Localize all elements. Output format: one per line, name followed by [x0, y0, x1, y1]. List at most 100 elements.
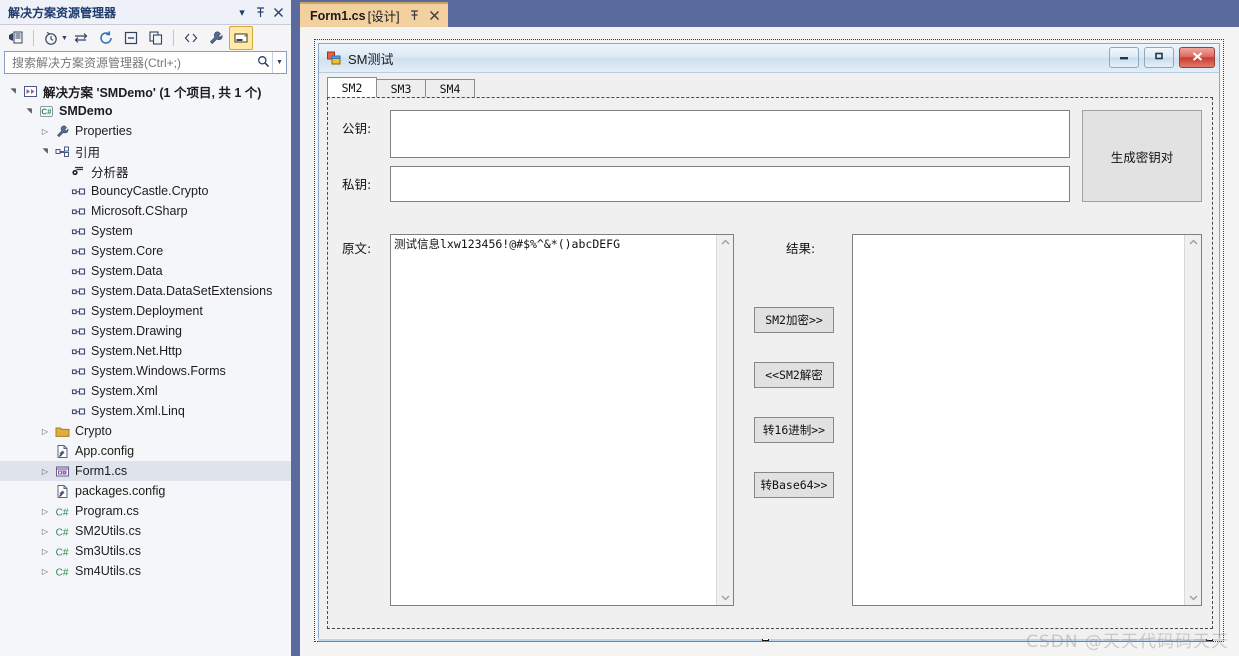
tree-item[interactable]: ▷ C# Sm3Utils.cs [0, 541, 291, 561]
tree-item[interactable]: System.Core [0, 241, 291, 261]
tree-item[interactable]: 分析器 [0, 161, 291, 181]
generate-keypair-button[interactable]: 生成密钥对 [1082, 110, 1202, 202]
sm2-encrypt-button[interactable]: SM2加密>> [754, 307, 834, 333]
reference-icon [68, 264, 88, 279]
tree-item-label: 解决方案 'SMDemo' (1 个项目, 共 1 个) [43, 85, 262, 100]
sm-test-form[interactable]: SM测试 SM2 SM3 SM4 公钥: 私钥: 生成密钥对 原文: 测试信息l… [318, 43, 1220, 639]
solution-explorer-toolbar: ▼ [0, 25, 291, 51]
refresh-icon[interactable] [94, 26, 118, 50]
tree-item[interactable]: ◢ 引用 [0, 141, 291, 161]
tree-item[interactable]: packages.config [0, 481, 291, 501]
tree-item-label: System.Deployment [91, 304, 203, 318]
sync-with-active-document-icon[interactable] [69, 26, 93, 50]
tree-item[interactable]: System.Xml.Linq [0, 401, 291, 421]
form-tab-sm2[interactable]: SM2 [327, 77, 377, 98]
tree-item-label: Sm4Utils.cs [75, 564, 141, 578]
tree-item[interactable]: App.config [0, 441, 291, 461]
tree-item[interactable]: System.Net.Http [0, 341, 291, 361]
to-base64-button[interactable]: 转Base64>> [754, 472, 834, 498]
tab-form1-cs-design[interactable]: Form1.cs [设计] [300, 2, 448, 27]
minimize-button[interactable] [1109, 47, 1139, 68]
tree-item[interactable]: System.Drawing [0, 321, 291, 341]
sm2-decrypt-button[interactable]: <<SM2解密 [754, 362, 834, 388]
reference-icon [68, 304, 88, 319]
csharp-file-icon: C# [52, 504, 72, 519]
private-key-textbox[interactable] [390, 166, 1070, 202]
tree-item[interactable]: ▷ Form1.cs [0, 461, 291, 481]
close-icon[interactable] [269, 3, 287, 21]
expander-collapsed-icon[interactable]: ▷ [38, 467, 52, 476]
form-tab-sm3[interactable]: SM3 [376, 79, 426, 98]
expander-expanded-icon[interactable]: ◢ [25, 104, 33, 118]
tree-item-label: System.Xml [91, 384, 158, 398]
close-button[interactable] [1179, 47, 1215, 68]
tree-item[interactable]: ▷ C# Sm4Utils.cs [0, 561, 291, 581]
plaintext-textbox[interactable]: 测试信息lxw123456!@#$%^&*()abcDEFG [390, 234, 734, 606]
pending-changes-icon[interactable] [39, 26, 63, 50]
tree-item[interactable]: ▷ Crypto [0, 421, 291, 441]
expander-collapsed-icon[interactable]: ▷ [38, 527, 52, 536]
tree-item[interactable]: System.Data [0, 261, 291, 281]
to-hex-button[interactable]: 转16进制>> [754, 417, 834, 443]
tree-item[interactable]: System.Windows.Forms [0, 361, 291, 381]
chevron-down-icon[interactable]: ▼ [61, 35, 68, 42]
dropdown-icon[interactable]: ▾ [233, 3, 251, 21]
tree-item[interactable]: BouncyCastle.Crypto [0, 181, 291, 201]
tree-item[interactable]: ▷ C# SM2Utils.cs [0, 521, 291, 541]
plaintext-value: 测试信息lxw123456!@#$%^&*()abcDEFG [394, 237, 621, 251]
pin-icon[interactable] [409, 10, 420, 21]
svg-text:C#: C# [56, 567, 69, 578]
form-tab-sm4[interactable]: SM4 [425, 79, 475, 98]
search-input[interactable] [10, 54, 254, 71]
tree-item[interactable]: System.Data.DataSetExtensions [0, 281, 291, 301]
scroll-up-icon[interactable] [1185, 235, 1201, 250]
scroll-up-icon[interactable] [717, 235, 733, 250]
close-icon[interactable] [429, 10, 440, 21]
properties-icon[interactable] [204, 26, 228, 50]
scroll-down-icon[interactable] [717, 590, 733, 605]
expander-expanded-icon[interactable]: ◢ [9, 84, 17, 98]
label-private-key: 私钥: [342, 177, 372, 192]
preview-selected-items-icon[interactable] [228, 26, 253, 50]
expander-collapsed-icon[interactable]: ▷ [38, 507, 52, 516]
csharp-project-icon: C# [36, 104, 56, 119]
window-buttons [1109, 47, 1215, 68]
tree-item[interactable]: ▷ Properties [0, 121, 291, 141]
tree-item[interactable]: Microsoft.CSharp [0, 201, 291, 221]
tree-item-label: System.Core [91, 244, 164, 258]
expander-collapsed-icon[interactable]: ▷ [38, 547, 52, 556]
maximize-button[interactable] [1144, 47, 1174, 68]
tree-item[interactable]: ▷ C# Program.cs [0, 501, 291, 521]
result-scrollbar[interactable] [1184, 235, 1201, 605]
form-designer-surface[interactable]: SM测试 SM2 SM3 SM4 公钥: 私钥: 生成密钥对 原文: 测试信息l… [300, 27, 1239, 656]
form-tab-label: SM3 [390, 82, 412, 96]
tree-item-label: System.Xml.Linq [91, 404, 185, 418]
tree-item[interactable]: System [0, 221, 291, 241]
search-box[interactable]: ▼ [4, 51, 287, 74]
tree-item[interactable]: System.Deployment [0, 301, 291, 321]
toolbar-separator [33, 30, 34, 46]
tree-item-label: System.Data [91, 264, 163, 278]
tree-item-label: Microsoft.CSharp [91, 204, 188, 218]
result-textbox[interactable] [852, 234, 1202, 606]
expander-collapsed-icon[interactable]: ▷ [38, 427, 52, 436]
tree-item[interactable]: System.Xml [0, 381, 291, 401]
home-view-icon[interactable] [4, 26, 28, 50]
expander-collapsed-icon[interactable]: ▷ [38, 567, 52, 576]
pin-icon[interactable] [251, 3, 269, 21]
scroll-down-icon[interactable] [1185, 590, 1201, 605]
expander-expanded-icon[interactable]: ◢ [41, 144, 49, 158]
expander-collapsed-icon[interactable]: ▷ [38, 127, 52, 136]
tree-item[interactable]: ◢ C# SMDemo [0, 101, 291, 121]
tab-control-headers[interactable]: SM2 SM3 SM4 [327, 77, 475, 98]
plaintext-scrollbar[interactable] [716, 235, 733, 605]
view-code-icon[interactable] [179, 26, 203, 50]
properties-wrench-icon [52, 124, 72, 139]
search-dropdown-icon[interactable]: ▼ [272, 52, 286, 73]
solution-tree[interactable]: ◢ 解决方案 'SMDemo' (1 个项目, 共 1 个) ◢ C# SMDemo ▷ P… [0, 78, 291, 656]
show-all-files-icon[interactable] [144, 26, 168, 50]
search-icon[interactable] [254, 55, 272, 71]
collapse-all-icon[interactable] [119, 26, 143, 50]
public-key-textbox[interactable] [390, 110, 1070, 158]
tree-item[interactable]: ◢ 解决方案 'SMDemo' (1 个项目, 共 1 个) [0, 81, 291, 101]
